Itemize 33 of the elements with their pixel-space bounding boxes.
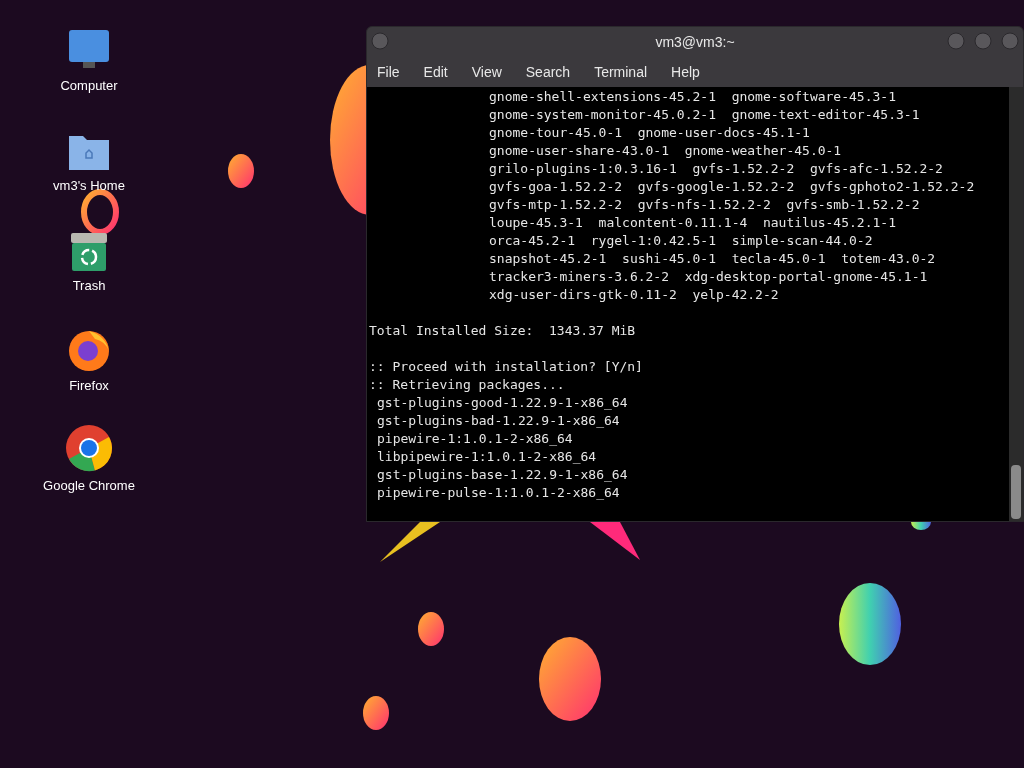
terminal-line: gnome-shell-extensions-45.2-1 gnome-software-45.3-1 <box>488 88 896 106</box>
menu-item[interactable]: Terminal <box>594 61 648 83</box>
terminal-line: gst-plugins-bad-1.22.9-1-x86_64 <box>376 412 620 430</box>
terminal-line: gnome-user-share-43.0-1 gnome-weather-45.0-1 <box>488 142 842 160</box>
terminal-line: Total Installed Size: 1343.37 MiB <box>369 322 636 340</box>
terminal-line: grilo-plugins-1:0.3.16-1 gvfs-1.52.2-2 gvfs-afc-1.52.2-2 <box>488 160 943 178</box>
menu-item[interactable]: File <box>377 61 400 83</box>
terminal-line: libpipewire-1:1.0.1-2-x86_64 <box>376 448 597 466</box>
terminal-line: snapshot-45.2-1 sushi-45.0-1 tecla-45.0-1 totem-43.0-2 <box>488 250 936 268</box>
desktop-icon-label[interactable]: Google Chrome <box>43 476 135 496</box>
menu-item[interactable]: Edit <box>423 61 448 83</box>
terminal-line: orca-45.2-1 rygel-1:0.42.5-1 simple-scan-44.0-2 <box>488 232 873 250</box>
menu-item[interactable]: Help <box>671 61 700 83</box>
terminal-line: :: Retrieving packages... <box>369 376 565 394</box>
terminal-line: tracker3-miners-3.6.2-2 xdg-desktop-portal-gnome-45.1-1 <box>488 268 928 286</box>
desktop-icon-label[interactable]: Trash <box>72 276 106 296</box>
menu-item[interactable]: Search <box>525 61 571 83</box>
terminal-line: loupe-45.3-1 malcontent-0.11.1-4 nautilus-45.2.1-1 <box>488 214 896 232</box>
terminal-line: pipewire-pulse-1:1.0.1-2-x86_64 <box>376 484 620 502</box>
terminal-line: gvfs-goa-1.52.2-2 gvfs-google-1.52.2-2 gvfs-gphoto2-1.52.2-2 <box>488 178 975 196</box>
terminal-line: gvfs-mtp-1.52.2-2 gvfs-nfs-1.52.2-2 gvfs-smb-1.52.2-2 <box>488 196 920 214</box>
desktop-icon-label[interactable]: vm3's Home <box>53 176 125 196</box>
terminal-line: pipewire-1:1.0.1-2-x86_64 <box>376 430 573 448</box>
window-title: vm3@vm3:~ <box>655 32 735 52</box>
terminal-line: xdg-user-dirs-gtk-0.11-2 yelp-42.2-2 <box>488 286 779 304</box>
terminal-line: gst-plugins-good-1.22.9-1-x86_64 <box>376 394 628 412</box>
menu-item[interactable]: View <box>471 61 502 83</box>
desktop-icon-label[interactable]: Firefox <box>69 376 109 396</box>
terminal-line: :: Proceed with installation? [Y/n] <box>369 358 643 376</box>
terminal-line: gst-plugins-base-1.22.9-1-x86_64 <box>376 466 628 484</box>
terminal-line: gnome-tour-45.0-1 gnome-user-docs-45.1-1 <box>488 124 810 142</box>
desktop-icon-label[interactable]: Computer <box>60 76 118 96</box>
terminal-line: gnome-system-monitor-45.0.2-1 gnome-text-editor-45.3-1 <box>488 106 920 124</box>
